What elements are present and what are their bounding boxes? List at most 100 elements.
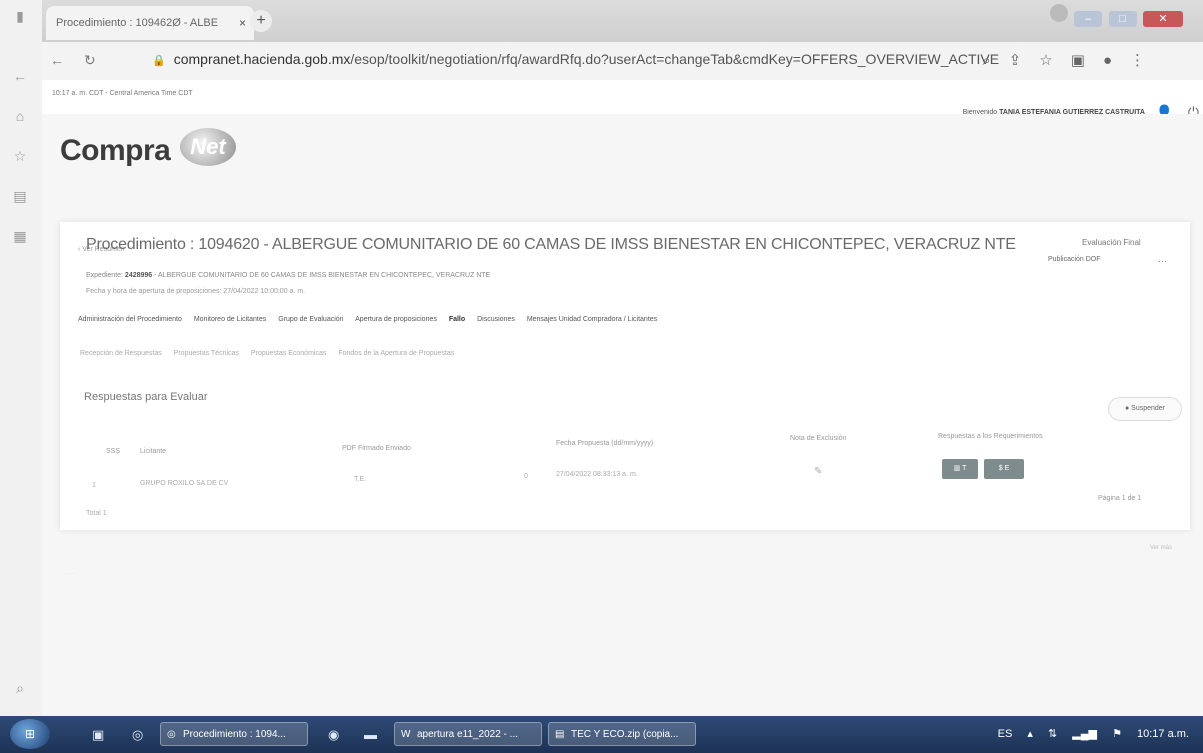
expediente-number: 2428996 <box>124 272 153 279</box>
tray-arrow-icon[interactable]: ▴ <box>1027 728 1033 740</box>
reload-icon[interactable]: ↻ <box>84 52 96 69</box>
chart-icon: ▥ <box>953 465 961 472</box>
tab-apertura[interactable]: Apertura de proposiciones <box>355 316 437 323</box>
menu-icon[interactable]: ⋮ <box>1130 52 1163 69</box>
procedure-title: Procedimiento : 1094620 - ALBERGUE COMUN… <box>86 236 1016 253</box>
publicacion-dof-button[interactable]: Publicación DOF <box>1048 256 1101 263</box>
money-icon: $ <box>998 465 1003 472</box>
evaluacion-final-link[interactable]: Evaluación Final <box>1082 238 1141 247</box>
header-fecha[interactable]: Fecha Propuesta (dd/mm/yyyy) <box>556 440 653 447</box>
signal-icon[interactable]: ▂▄▆ <box>1072 728 1097 740</box>
header-pdf[interactable]: PDF Firmado Enviado <box>342 445 411 452</box>
profile-icon[interactable]: ● <box>1103 52 1130 69</box>
sidepanel-icon[interactable]: ▣ <box>1071 52 1103 69</box>
tab-grupo-evaluacion[interactable]: Grupo de Evaluación <box>278 316 343 323</box>
sidebar-apps-icon[interactable]: ▦ <box>12 228 28 244</box>
language-indicator[interactable]: ES <box>998 728 1013 740</box>
sidebar-home-icon[interactable]: ⌂ <box>12 108 28 124</box>
network-icon[interactable]: ⇅ <box>1048 728 1057 740</box>
browser-profile-icon[interactable] <box>1049 4 1068 22</box>
media-player-icon[interactable]: ◉ <box>328 727 339 743</box>
taskbar-item-label-1: apertura e11_2022 - ... <box>417 729 518 740</box>
tab-administracion[interactable]: Administración del Procedimiento <box>78 316 182 323</box>
folder-icon[interactable]: ▬ <box>364 727 377 742</box>
expediente-label: Expediente: <box>86 272 125 279</box>
more-options-button[interactable]: ··· <box>1158 256 1167 266</box>
taskbar-item-zip[interactable]: ▤ TEC Y ECO.zip (copia... <box>548 722 696 746</box>
row-licitante[interactable]: GRUPO ROXILO SA DE CV <box>140 480 228 487</box>
tab-fallo[interactable]: Fallo <box>449 316 465 323</box>
row-fecha: 27/04/2022 08:33:13 a. m. <box>556 471 638 478</box>
window-controls: – □ ✕ <box>1048 4 1183 27</box>
respuestas-tecnica-button[interactable]: ▥ T <box>942 459 978 479</box>
share-icon[interactable]: ⇪ <box>1009 52 1040 69</box>
procedure-card <box>60 222 1190 530</box>
sidebar-history-icon[interactable]: ☆ <box>12 148 28 164</box>
compranet-logo[interactable]: Compra Net <box>60 128 236 168</box>
address-bar: ← ↻ 🔒 compranet.hacienda.gob.mx/esop/tool… <box>42 42 1203 81</box>
browser-taskbar-icon[interactable]: ◎ <box>132 727 143 743</box>
procedure-tabs: Administración del Procedimiento Monitor… <box>78 316 667 323</box>
sidebar-back-icon[interactable]: ← <box>12 68 28 84</box>
taskbar-item-label-0: Procedimiento : 1094... <box>183 729 286 740</box>
word-icon: W <box>401 729 411 740</box>
browser-titlebar: Procedimiento : 109462Ø - ALBE × + – □ ✕ <box>42 0 1203 42</box>
tab-discusiones[interactable]: Discusiones <box>477 316 515 323</box>
taskbar-item-word[interactable]: W apertura e11_2022 - ... <box>394 722 542 746</box>
total-text: Total 1 <box>86 510 107 517</box>
close-window-icon[interactable]: ✕ <box>1143 11 1183 27</box>
tab-close-icon[interactable]: × <box>239 6 246 40</box>
windows-taskbar: ⊞ ▣ ◎ ◎ Procedimiento : 1094... ◉ ▬ W ap… <box>0 716 1203 753</box>
lock-icon: 🔒 <box>152 55 166 67</box>
tab-mensajes[interactable]: Mensajes Unidad Compradora / Licitantes <box>527 316 657 323</box>
ver-mas-link[interactable]: Ver más <box>1150 545 1172 551</box>
header-nota: Nota de Exclusión <box>790 435 847 442</box>
tab-title: Procedimiento : 109462Ø - ALBE <box>56 17 219 29</box>
row-index: 1 <box>92 482 96 489</box>
browser-sidebar: ▮ ← ⌂ ☆ ▤ ▦ ⌕ <box>0 0 43 716</box>
show-desktop-icon[interactable]: ▣ <box>92 727 104 743</box>
sidebar-logo-icon[interactable]: ▮ <box>12 8 28 24</box>
expediente-line: Expediente: 2428996 - ALBERGUE COMUNITAR… <box>86 272 490 279</box>
header-licitante[interactable]: Licitante <box>140 448 166 455</box>
flag-icon[interactable]: ⚑ <box>1112 728 1122 740</box>
sidebar-search-icon[interactable]: ⌕ <box>12 680 28 696</box>
subtab-fondos[interactable]: Fondos de la Apertura de Propuestas <box>338 350 454 357</box>
new-tab-button[interactable]: + <box>250 10 272 32</box>
site-infobar: 10:17 a. m. CDT - Central America Time C… <box>42 80 1203 120</box>
header-respuestas: Respuestas a los Requerimientos <box>938 433 1043 440</box>
tab-monitoreo[interactable]: Monitoreo de Licitantes <box>194 316 266 323</box>
star-icon[interactable]: ☆ <box>1039 52 1070 69</box>
suspend-button[interactable]: ● Suspender <box>1108 397 1182 421</box>
clock[interactable]: 10:17 a.m. <box>1137 728 1189 740</box>
btn-t-label: T <box>962 465 967 472</box>
start-button[interactable]: ⊞ <box>10 719 50 749</box>
timezone-text: 10:17 a. m. CDT - Central America Time C… <box>52 90 193 97</box>
edit-icon[interactable]: ✎ <box>814 466 822 477</box>
browser-small-icon: ◎ <box>167 729 176 740</box>
logo-text: Compra <box>60 134 171 167</box>
taskbar-item-procedimiento[interactable]: ◎ Procedimiento : 1094... <box>160 722 308 746</box>
subtab-tecnicas[interactable]: Propuestas Técnicas <box>174 350 239 357</box>
back-icon[interactable]: ← <box>50 52 64 68</box>
zip-icon: ▤ <box>555 729 565 740</box>
respuestas-economica-button[interactable]: $ E <box>984 459 1024 479</box>
row-pdf: T.E. <box>354 476 367 483</box>
subtab-recepcion[interactable]: Recepción de Respuestas <box>80 350 162 357</box>
header-sss: SSS <box>106 448 121 455</box>
suspend-label: Suspender <box>1131 405 1166 412</box>
url-host: compranet.hacienda.gob.mx <box>173 51 351 67</box>
logo-globe: Net <box>180 128 236 166</box>
subtab-economicas[interactable]: Propuestas Económicas <box>251 350 326 357</box>
browser-tab[interactable]: Procedimiento : 109462Ø - ALBE × <box>46 6 254 40</box>
url-field[interactable]: 🔒 compranet.hacienda.gob.mx/esop/toolkit/… <box>152 51 999 67</box>
zoom-icon[interactable]: ⌕ <box>982 52 1008 69</box>
footer-text: · · · <box>65 571 75 577</box>
pagination-text: Página 1 de 1 <box>1098 495 1142 502</box>
expediente-text: - ALBERGUE COMUNITARIO DE 60 CAMAS DE IM… <box>152 272 491 279</box>
minimize-icon[interactable]: – <box>1074 11 1103 27</box>
address-actions: ⌕⇪☆▣●⋮ <box>982 51 1163 69</box>
maximize-icon[interactable]: □ <box>1108 11 1137 27</box>
sidebar-downloads-icon[interactable]: ▤ <box>12 188 28 204</box>
taskbar-item-label-2: TEC Y ECO.zip (copia... <box>571 729 679 740</box>
